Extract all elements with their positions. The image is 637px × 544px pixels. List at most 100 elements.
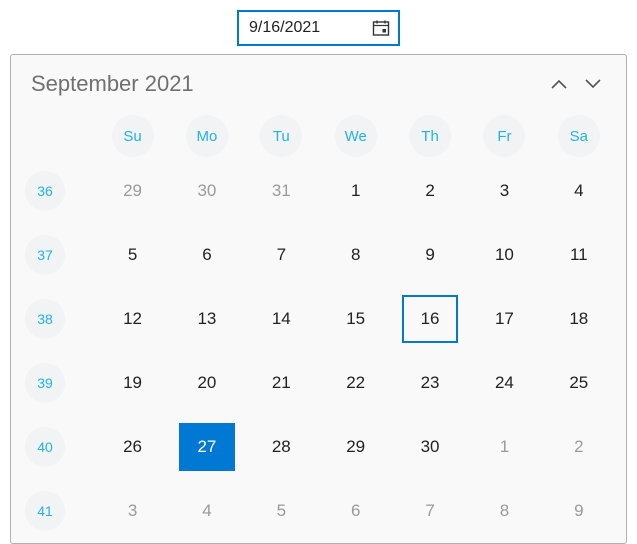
day-cell[interactable]: 26 <box>95 415 169 479</box>
day-number: 5 <box>105 231 161 279</box>
day-cell[interactable]: 7 <box>393 479 467 543</box>
day-number: 16 <box>402 295 458 343</box>
day-number: 25 <box>551 359 607 407</box>
week-number: 39 <box>21 351 95 415</box>
calendar-title[interactable]: September 2021 <box>31 71 542 97</box>
day-cell[interactable]: 21 <box>244 351 318 415</box>
day-cell[interactable]: 12 <box>95 287 169 351</box>
day-header-label: Tu <box>260 115 302 157</box>
day-header-label: Mo <box>186 115 228 157</box>
day-number: 10 <box>476 231 532 279</box>
day-cell[interactable]: 5 <box>95 223 169 287</box>
day-number: 8 <box>328 231 384 279</box>
day-number: 9 <box>402 231 458 279</box>
day-cell[interactable]: 13 <box>170 287 244 351</box>
day-cell[interactable]: 20 <box>170 351 244 415</box>
day-number: 6 <box>328 487 384 535</box>
day-cell[interactable]: 25 <box>542 351 616 415</box>
day-cell[interactable]: 19 <box>95 351 169 415</box>
day-cell[interactable]: 29 <box>319 415 393 479</box>
day-cell[interactable]: 1 <box>319 159 393 223</box>
date-input-value: 9/16/2021 <box>249 19 372 37</box>
week-number: 37 <box>21 223 95 287</box>
prev-month-button[interactable] <box>542 69 576 99</box>
day-number: 27 <box>179 423 235 471</box>
day-cell[interactable]: 22 <box>319 351 393 415</box>
day-cell[interactable]: 17 <box>467 287 541 351</box>
day-cell[interactable]: 23 <box>393 351 467 415</box>
day-number: 29 <box>328 423 384 471</box>
day-cell[interactable]: 31 <box>244 159 318 223</box>
day-number: 6 <box>179 231 235 279</box>
day-cell[interactable]: 15 <box>319 287 393 351</box>
day-cell[interactable]: 7 <box>244 223 318 287</box>
day-cell[interactable]: 28 <box>244 415 318 479</box>
day-cell[interactable]: 8 <box>319 223 393 287</box>
chevron-up-icon <box>549 77 569 91</box>
day-number: 14 <box>253 295 309 343</box>
day-cell[interactable]: 9 <box>393 223 467 287</box>
day-number: 2 <box>402 167 458 215</box>
day-number: 5 <box>253 487 309 535</box>
day-cell[interactable]: 30 <box>393 415 467 479</box>
day-header: Su <box>95 113 169 159</box>
day-number: 3 <box>476 167 532 215</box>
next-month-button[interactable] <box>576 69 610 99</box>
day-cell[interactable]: 5 <box>244 479 318 543</box>
day-number: 23 <box>402 359 458 407</box>
day-cell[interactable]: 8 <box>467 479 541 543</box>
week-number-label: 37 <box>25 235 65 275</box>
calendar-header: September 2021 <box>21 63 616 113</box>
day-number: 31 <box>253 167 309 215</box>
calendar-icon[interactable] <box>372 19 390 37</box>
week-number: 40 <box>21 415 95 479</box>
day-cell[interactable]: 27 <box>170 415 244 479</box>
week-number: 36 <box>21 159 95 223</box>
day-cell[interactable]: 4 <box>170 479 244 543</box>
day-number: 21 <box>253 359 309 407</box>
day-number: 1 <box>328 167 384 215</box>
day-number: 12 <box>105 295 161 343</box>
day-number: 7 <box>253 231 309 279</box>
day-number: 26 <box>105 423 161 471</box>
day-number: 13 <box>179 295 235 343</box>
day-cell[interactable]: 18 <box>542 287 616 351</box>
header-corner <box>21 113 95 159</box>
day-cell[interactable]: 2 <box>393 159 467 223</box>
day-cell[interactable]: 9 <box>542 479 616 543</box>
day-number: 24 <box>476 359 532 407</box>
day-cell[interactable]: 30 <box>170 159 244 223</box>
day-number: 19 <box>105 359 161 407</box>
day-cell[interactable]: 3 <box>95 479 169 543</box>
day-header: Tu <box>244 113 318 159</box>
day-cell[interactable]: 2 <box>542 415 616 479</box>
day-cell[interactable]: 11 <box>542 223 616 287</box>
day-number: 29 <box>105 167 161 215</box>
week-number-label: 38 <box>25 299 65 339</box>
day-cell[interactable]: 16 <box>393 287 467 351</box>
day-header: Th <box>393 113 467 159</box>
day-header: Fr <box>467 113 541 159</box>
day-cell[interactable]: 6 <box>319 479 393 543</box>
day-number: 1 <box>476 423 532 471</box>
day-cell[interactable]: 6 <box>170 223 244 287</box>
day-cell[interactable]: 29 <box>95 159 169 223</box>
day-header-label: Th <box>409 115 451 157</box>
week-number-label: 41 <box>25 491 65 531</box>
day-number: 8 <box>476 487 532 535</box>
day-header: Sa <box>542 113 616 159</box>
day-cell[interactable]: 3 <box>467 159 541 223</box>
day-header-label: We <box>335 115 377 157</box>
date-input[interactable]: 9/16/2021 <box>237 10 400 46</box>
day-number: 4 <box>551 167 607 215</box>
day-cell[interactable]: 1 <box>467 415 541 479</box>
day-cell[interactable]: 4 <box>542 159 616 223</box>
day-header: We <box>319 113 393 159</box>
chevron-down-icon <box>583 77 603 91</box>
calendar-grid: SuMoTuWeThFrSa36293031123437567891011381… <box>21 113 616 543</box>
day-cell[interactable]: 24 <box>467 351 541 415</box>
day-cell[interactable]: 10 <box>467 223 541 287</box>
day-cell[interactable]: 14 <box>244 287 318 351</box>
day-number: 7 <box>402 487 458 535</box>
week-number-label: 36 <box>25 171 65 211</box>
